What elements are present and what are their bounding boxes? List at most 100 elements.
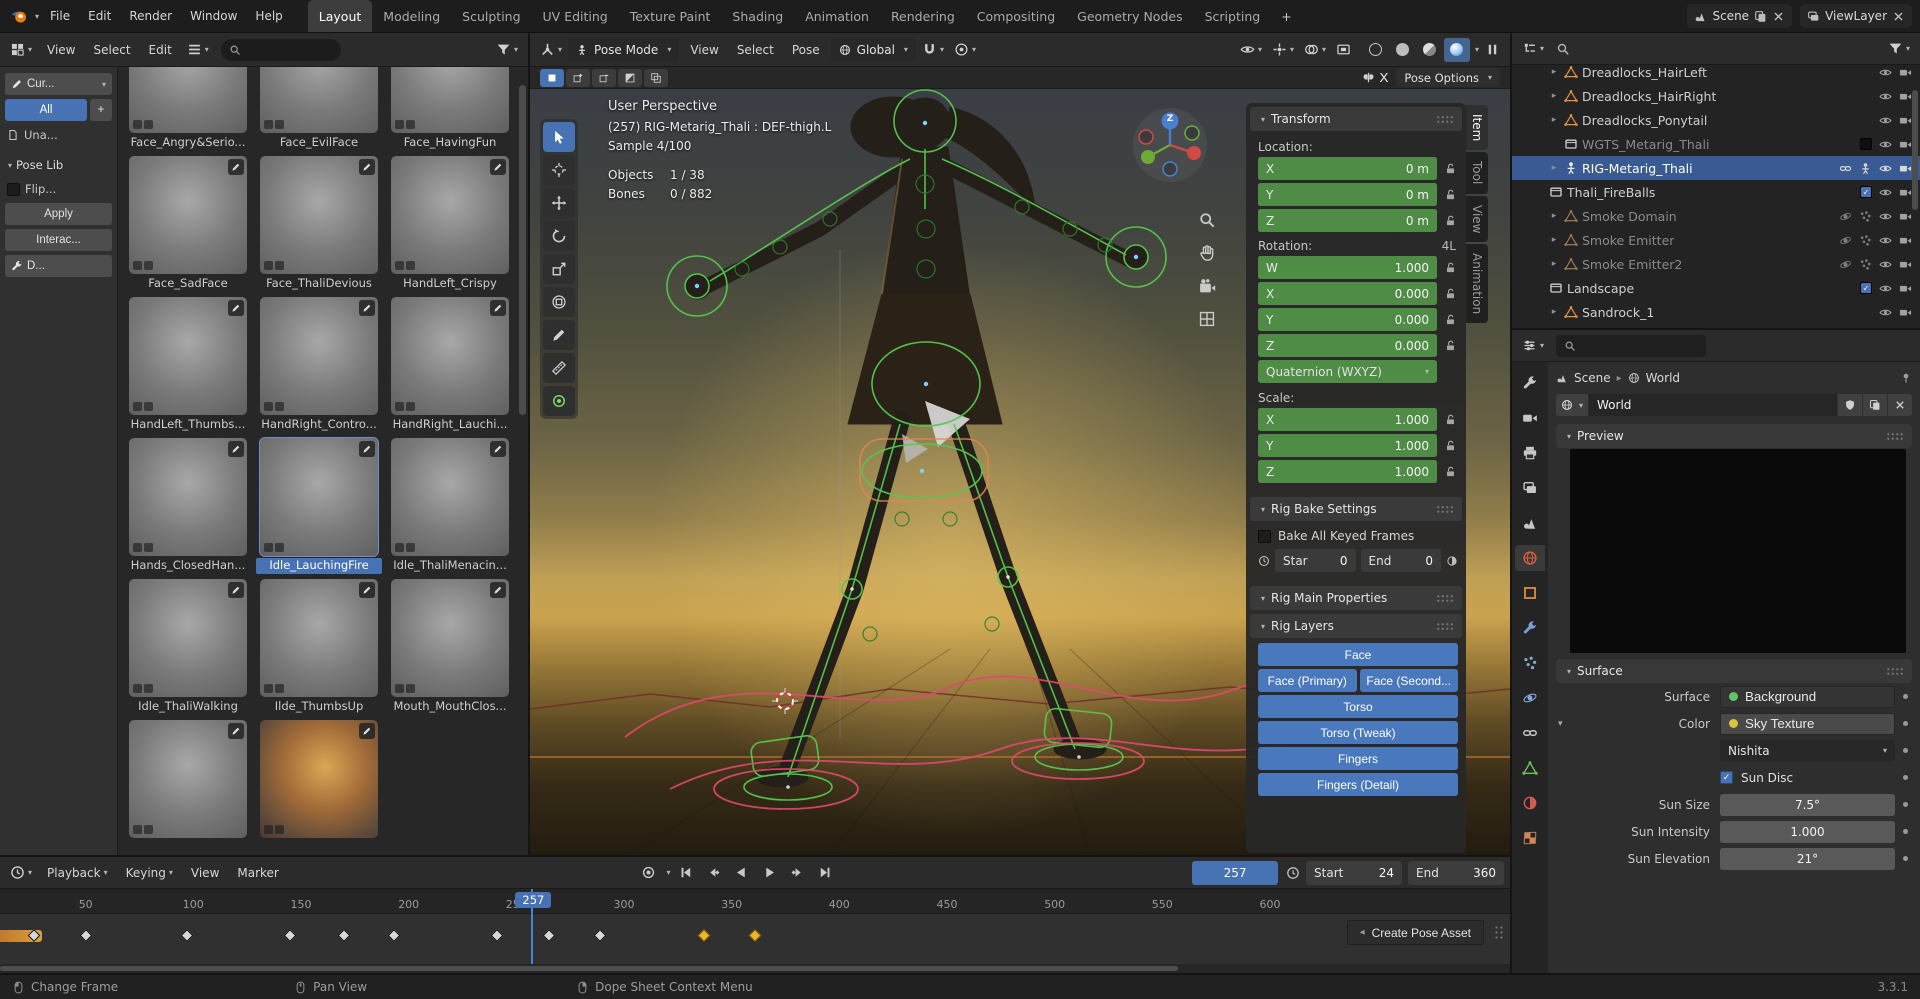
tool-cursor[interactable] (543, 155, 575, 185)
scale-x-field[interactable]: X 1.000 (1258, 408, 1437, 431)
asset-item-face-angry-serio[interactable]: Face_Angry&Serio... (125, 67, 251, 151)
navigation-gizmo[interactable]: Z (1130, 105, 1210, 185)
expand-icon[interactable]: ▸ (1548, 259, 1560, 269)
edit-pose-badge-icon[interactable] (359, 441, 375, 457)
flip-pose-checkbox[interactable]: Flip... (5, 179, 112, 199)
asset-item-idle-thaliwalking[interactable]: Idle_ThaliWalking (125, 579, 251, 715)
tool-rotate[interactable] (543, 221, 575, 251)
pause-button[interactable] (1481, 37, 1504, 63)
keyframe-50[interactable] (79, 929, 93, 942)
edit-pose-badge-icon[interactable] (359, 723, 375, 739)
asset-thumbnail[interactable] (391, 297, 509, 415)
keyframe-193[interactable] (387, 929, 400, 942)
outliner-row-smoke-emitter2[interactable]: ▸ Smoke Emitter2 (1512, 252, 1920, 276)
rig-bake-panel-header[interactable]: ▾ Rig Bake Settings (1250, 497, 1462, 521)
current-frame-field[interactable]: 257 (1192, 860, 1279, 885)
grip-icon[interactable] (1436, 504, 1454, 514)
create-pose-asset-button[interactable]: ◂ Create Pose Asset (1346, 920, 1484, 945)
camera-view-icon[interactable] (1198, 277, 1216, 295)
checkbox[interactable] (7, 182, 20, 196)
lock-icon[interactable] (1442, 439, 1458, 453)
keyframe-361[interactable] (748, 929, 762, 942)
scale-z-field[interactable]: Z 1.000 (1258, 460, 1437, 483)
asset-thumbnail[interactable] (259, 437, 379, 557)
color-texture-button[interactable]: Sky Texture (1720, 712, 1895, 735)
asset-thumbnail[interactable] (260, 720, 378, 838)
sky-type-select[interactable]: Nishita ▾ (1720, 739, 1895, 762)
outliner-row-sandrock-1[interactable]: ▸ Sandrock_1 (1512, 300, 1920, 324)
select-mode-subtract[interactable] (592, 68, 616, 87)
menu-window[interactable]: Window (181, 0, 246, 32)
breadcrumb-scene[interactable]: Scene (1574, 371, 1611, 385)
properties-tab-particles[interactable] (1515, 650, 1545, 676)
animate-dot[interactable] (1903, 748, 1908, 753)
properties-tab-view-layer[interactable] (1515, 475, 1545, 501)
scrollbar[interactable] (519, 85, 526, 415)
animate-dot[interactable] (1903, 694, 1908, 699)
edit-pose-badge-icon[interactable] (490, 441, 506, 457)
visibility-button[interactable]: ▾ (1236, 37, 1266, 63)
select-mode-invert[interactable] (618, 68, 642, 87)
pose-options-panel[interactable]: Pose Options ▾ (1396, 68, 1500, 87)
scene-selector[interactable]: Scene (1687, 4, 1793, 28)
grip-icon[interactable] (1886, 666, 1904, 676)
gizmos-button[interactable]: ▾ (1268, 37, 1298, 63)
menu-edit[interactable]: Edit (79, 0, 120, 32)
surface-panel-header[interactable]: ▾ Surface (1556, 659, 1912, 683)
lock-icon[interactable] (1442, 413, 1458, 427)
workspace-tab-shading[interactable]: Shading (721, 0, 794, 32)
display-mode-button[interactable]: ▾ (183, 37, 213, 63)
asset-thumbnail[interactable] (260, 156, 378, 274)
npanel-tab-tool[interactable]: Tool (1466, 152, 1488, 194)
editor-type-button[interactable]: ▾ (6, 37, 36, 63)
rig-main-panel-header[interactable]: ▾ Rig Main Properties (1250, 586, 1462, 610)
grip-icon[interactable] (1886, 431, 1904, 441)
properties-tab-physics[interactable] (1515, 685, 1545, 711)
lock-icon[interactable] (1442, 465, 1458, 479)
tool-measure[interactable] (543, 353, 575, 383)
tool-annotate[interactable] (543, 320, 575, 350)
asset-item-handright-contro[interactable]: HandRight_Contro... (256, 297, 382, 433)
editor-type-button[interactable]: ▾ (536, 37, 566, 63)
disable-in-renders-icon[interactable] (1899, 210, 1912, 223)
menu-help[interactable]: Help (246, 0, 291, 32)
tool-select-box[interactable] (543, 122, 575, 152)
edit-pose-badge-icon[interactable] (359, 300, 375, 316)
properties-tab-material[interactable] (1515, 790, 1545, 816)
asset-item-handright-lauchi[interactable]: HandRight_Lauchi... (387, 297, 513, 433)
disable-in-renders-icon[interactable] (1899, 234, 1912, 247)
mirror-x-toggle[interactable]: X (1357, 65, 1392, 91)
expand-icon[interactable]: ▸ (1548, 115, 1560, 125)
menu-file[interactable]: File (41, 0, 79, 32)
npanel-tab-item[interactable]: Item (1466, 105, 1488, 151)
ortho-grid-icon[interactable] (1198, 310, 1216, 328)
sun-intensity-field[interactable]: 1.000 (1720, 820, 1895, 843)
workspace-tab-scripting[interactable]: Scripting (1194, 0, 1272, 32)
disable-in-renders-icon[interactable] (1899, 90, 1912, 103)
asset-menu-select[interactable]: Select (85, 33, 140, 66)
keyframe-tracks[interactable] (0, 914, 1510, 964)
location-y-field[interactable]: Y0 m (1258, 183, 1437, 206)
rotation-x-field[interactable]: X 0.000 (1258, 282, 1437, 305)
keyframe-170[interactable] (337, 929, 351, 942)
outliner-row-dreadlocks-hairleft[interactable]: ▸ Dreadlocks_HairLeft (1512, 60, 1920, 84)
select-mode-intersect[interactable] (644, 68, 668, 87)
rig-layer-fingers-detail[interactable]: Fingers (Detail) (1258, 773, 1458, 796)
zoom-icon[interactable] (1198, 211, 1216, 229)
properties-tab-modifiers[interactable] (1515, 615, 1545, 641)
chevron-down-icon[interactable]: ▾ (1475, 45, 1479, 54)
overlays-button[interactable]: ▾ (1300, 37, 1330, 63)
select-mode-extend[interactable] (566, 68, 590, 87)
tool-pose-breakdowner[interactable] (543, 386, 575, 416)
edit-pose-badge-icon[interactable] (228, 723, 244, 739)
workspace-tab-geometry-nodes[interactable]: Geometry Nodes (1066, 0, 1193, 32)
scale-y-field[interactable]: Y 1.000 (1258, 434, 1437, 457)
frame-end-field[interactable]: End 360 (1408, 860, 1505, 885)
rig-layer-face-primary[interactable]: Face (Primary) (1258, 669, 1357, 692)
search-icon[interactable] (1556, 42, 1570, 56)
expand-icon[interactable]: ▸ (1548, 235, 1560, 245)
collection-checkbox[interactable] (1860, 138, 1872, 150)
hide-in-viewport-icon[interactable] (1879, 186, 1892, 199)
asset-thumbnail[interactable] (391, 438, 509, 556)
hide-in-viewport-icon[interactable] (1879, 90, 1892, 103)
